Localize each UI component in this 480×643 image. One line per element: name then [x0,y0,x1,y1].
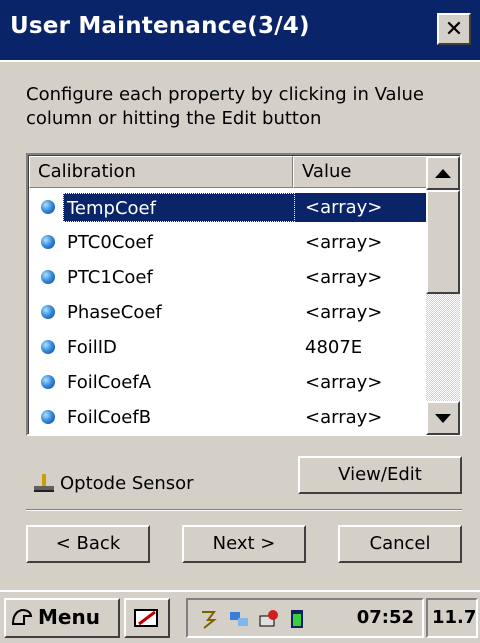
property-name[interactable]: TempCoef [63,193,295,222]
start-menu-label: Menu [38,605,100,629]
property-value[interactable]: <array> [299,403,388,432]
list-row[interactable]: FoilCoefB <array> [29,400,426,435]
property-list[interactable]: Calibration Value TempCoef <array> PTC0Coe… [26,153,462,436]
property-bullet-icon [41,375,55,389]
menu-icon [11,608,33,625]
property-name[interactable]: PhaseCoef [63,298,166,327]
property-name[interactable]: FoilCoefA [63,368,155,397]
list-header: Calibration Value [29,156,429,188]
vertical-scrollbar[interactable] [426,156,460,435]
property-name[interactable]: FoilID [63,333,121,362]
list-row[interactable]: PTC1Coef <array> [29,260,426,295]
sensor-icon [34,474,54,492]
property-bullet-icon [41,340,55,354]
taskbar: Menu 07:52 11.7 [0,590,480,643]
property-value[interactable]: 4807E [299,333,368,362]
input-panel-icon [134,609,158,627]
network-icon[interactable] [228,608,250,630]
battery-icon[interactable] [286,608,308,630]
back-button[interactable]: < Back [26,525,150,563]
sync-icon[interactable] [258,608,280,630]
list-row[interactable]: FoilID 4807E [29,330,426,365]
usb-connection-icon[interactable] [198,608,220,630]
scroll-thumb[interactable] [426,190,460,294]
property-bullet-icon [41,235,55,249]
taskbar-extra-indicator[interactable]: 11.7 [426,598,478,638]
close-icon: ✕ [444,16,464,42]
property-value[interactable]: <array> [299,263,388,292]
property-value[interactable]: <array> [299,368,388,397]
property-name[interactable]: PTC1Coef [63,263,157,292]
property-bullet-icon [41,200,55,214]
window-title: User Maintenance(3/4) [10,13,310,39]
property-bullet-icon [41,410,55,424]
property-name[interactable]: FoilCoefB [63,403,155,432]
property-value[interactable]: <array> [295,193,445,222]
next-button[interactable]: Next > [182,525,306,563]
property-value[interactable]: <array> [299,298,388,327]
instructions-text: Configure each property by clicking in V… [26,84,425,129]
start-menu-button[interactable]: Menu [4,598,120,638]
property-name[interactable]: PTC0Coef [63,228,157,257]
clock[interactable]: 07:52 [357,600,414,636]
divider [26,509,462,511]
property-bullet-icon [41,305,55,319]
property-bullet-icon [41,270,55,284]
list-row[interactable]: PTC0Coef <array> [29,225,426,260]
cancel-button[interactable]: Cancel [338,525,462,563]
arrow-down-icon [435,413,451,423]
property-value[interactable]: <array> [299,228,388,257]
list-row[interactable]: TempCoef <array> [29,190,445,225]
input-panel-button[interactable] [124,598,170,638]
arrow-up-icon [435,168,451,178]
title-bar: User Maintenance(3/4) ✕ [0,0,480,62]
system-tray: 07:52 [186,598,424,638]
list-row[interactable]: PhaseCoef <array> [29,295,426,330]
close-button[interactable]: ✕ [437,13,471,45]
scroll-up-button[interactable] [426,156,460,190]
view-edit-button[interactable]: View/Edit [298,456,462,494]
column-header-calibration[interactable]: Calibration [29,156,293,188]
sensor-label: Optode Sensor [32,472,194,494]
sensor-label-text: Optode Sensor [60,472,194,494]
scroll-down-button[interactable] [426,401,460,435]
list-row[interactable]: FoilCoefA <array> [29,365,426,400]
column-header-value[interactable]: Value [293,156,427,188]
